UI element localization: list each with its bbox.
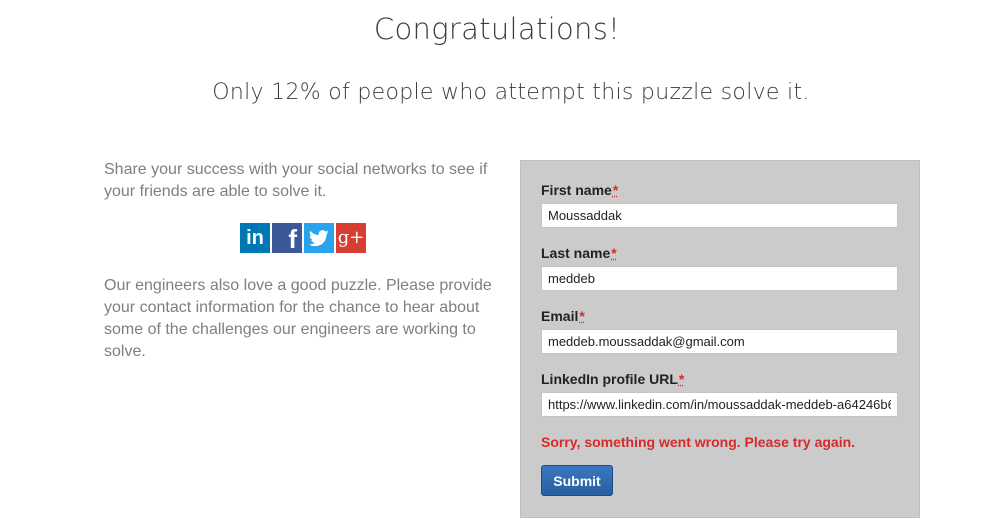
linkedin-share-button[interactable]: in bbox=[240, 223, 270, 253]
email-input[interactable] bbox=[541, 329, 898, 354]
required-mark: * bbox=[678, 371, 685, 387]
email-label-text: Email bbox=[541, 308, 579, 324]
required-mark: * bbox=[611, 245, 617, 261]
engineer-text: Our engineers also love a good puzzle. P… bbox=[104, 277, 492, 360]
share-section: Share your success with your social netw… bbox=[104, 159, 499, 360]
submit-button[interactable]: Submit bbox=[541, 465, 613, 496]
first-name-label-text: First name bbox=[541, 182, 612, 198]
first-name-input[interactable] bbox=[541, 203, 898, 228]
google-plus-icon: g+ bbox=[337, 227, 365, 248]
contact-form: First name* Last name* Email* LinkedIn p… bbox=[520, 160, 920, 518]
page-subtitle: Only 12% of people who attempt this puzz… bbox=[212, 80, 810, 105]
google-plus-share-button[interactable]: g+ bbox=[336, 223, 366, 253]
linkedin-url-label: LinkedIn profile URL* bbox=[541, 371, 684, 387]
facebook-icon: f bbox=[288, 224, 297, 254]
first-name-label: First name* bbox=[541, 182, 618, 198]
linkedin-url-label-text: LinkedIn profile URL bbox=[541, 371, 678, 387]
required-mark: * bbox=[579, 308, 585, 324]
linkedin-url-input[interactable] bbox=[541, 392, 898, 417]
share-text: Share your success with your social netw… bbox=[104, 161, 488, 200]
email-label: Email* bbox=[541, 308, 585, 324]
last-name-label: Last name* bbox=[541, 245, 617, 261]
page-title: Congratulations! bbox=[373, 12, 621, 46]
twitter-icon bbox=[309, 229, 329, 246]
social-buttons: in f g+ bbox=[240, 223, 366, 253]
last-name-input[interactable] bbox=[541, 266, 898, 291]
twitter-share-button[interactable] bbox=[304, 223, 334, 253]
required-mark: * bbox=[612, 182, 619, 198]
linkedin-icon: in bbox=[246, 227, 264, 249]
error-message: Sorry, something went wrong. Please try … bbox=[541, 434, 856, 450]
last-name-label-text: Last name bbox=[541, 245, 611, 261]
facebook-share-button[interactable]: f bbox=[272, 223, 302, 253]
